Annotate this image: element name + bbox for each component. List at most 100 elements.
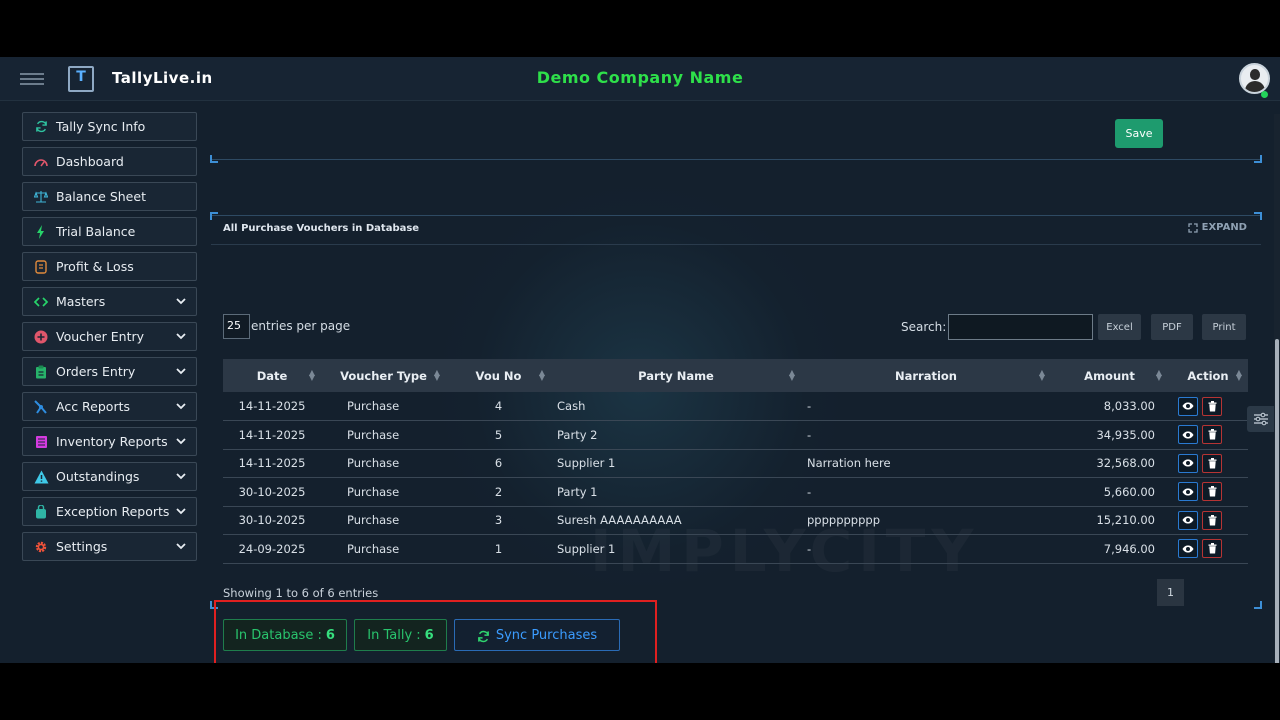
pdf-button[interactable]: PDF [1151, 314, 1193, 340]
sidebar-item-profit-loss[interactable]: Profit & Loss [22, 252, 197, 281]
sidebar-item-voucher-entry[interactable]: Voucher Entry [22, 322, 197, 351]
chevron-down-icon[interactable] [175, 435, 187, 447]
chevron-down-icon[interactable] [175, 295, 187, 307]
table-header-row: Date ▲ ▼ Voucher Type ▲ ▼ Vou No ▲ ▼ Party Nam… [223, 359, 1248, 392]
page-length-label: entries per page [251, 319, 351, 333]
filter-settings-icon[interactable] [1247, 406, 1275, 432]
sidebar-item-orders-entry[interactable]: Orders Entry [22, 357, 197, 386]
cell-narration: - [807, 484, 812, 499]
column-header-party-name[interactable]: Party Name ▲ ▼ [551, 359, 801, 392]
view-icon[interactable] [1178, 482, 1198, 502]
cell-amount: 8,033.00 [1103, 399, 1155, 413]
sidebar-item-outstandings[interactable]: Outstandings [22, 462, 197, 491]
sidebar-item-label: Inventory Reports [56, 434, 168, 449]
cell-action [1168, 449, 1248, 478]
table-row[interactable]: 24-09-2025 Purchase 1 Supplier 1 - 7,946.00 [223, 535, 1248, 564]
view-icon[interactable] [1178, 396, 1198, 416]
column-header-action[interactable]: Action ▲ ▼ [1168, 359, 1248, 392]
cell-voucher-type: Purchase [347, 427, 400, 442]
save-button[interactable]: Save [1115, 119, 1163, 148]
sidebar-item-label: Orders Entry [56, 364, 136, 379]
delete-icon[interactable] [1202, 425, 1222, 445]
vouchers-table: Date ▲ ▼ Voucher Type ▲ ▼ Vou No ▲ ▼ Party Nam… [223, 359, 1248, 564]
cell-date: 30-10-2025 [238, 484, 306, 499]
sidebar-item-label: Balance Sheet [56, 189, 146, 204]
sidebar-item-dashboard[interactable]: Dashboard [22, 147, 197, 176]
cell-party-name: Party 1 [557, 484, 598, 499]
highlight-annotation-box [214, 600, 657, 663]
view-icon[interactable] [1178, 539, 1198, 559]
sidebar-item-label: Masters [56, 294, 106, 309]
sidebar-item-exception-reports[interactable]: Exception Reports [22, 497, 197, 526]
view-icon[interactable] [1178, 453, 1198, 473]
sidebar-item-trial-balance[interactable]: Trial Balance [22, 217, 197, 246]
cell-voucher-type: Purchase [347, 541, 400, 556]
cell-party-name: Supplier 1 [557, 456, 616, 471]
sidebar-item-inventory-reports[interactable]: Inventory Reports [22, 427, 197, 456]
view-icon[interactable] [1178, 510, 1198, 530]
cell-vou-no: 4 [494, 399, 503, 413]
table-row[interactable]: 14-11-2025 Purchase 6 Supplier 1 Narration h… [223, 449, 1248, 478]
panel-title: All Purchase Vouchers in Database [223, 223, 420, 234]
delete-icon[interactable] [1202, 510, 1222, 530]
gear-icon [32, 538, 50, 556]
chevron-down-icon[interactable] [175, 470, 187, 482]
cell-party-name: Suresh AAAAAAAAAA [557, 513, 682, 528]
table-row[interactable]: 14-11-2025 Purchase 4 Cash - 8,033.00 [223, 392, 1248, 421]
view-icon[interactable] [1178, 425, 1198, 445]
scrollbar-thumb[interactable] [1275, 339, 1279, 663]
sidebar-item-balance-sheet[interactable]: Balance Sheet [22, 182, 197, 211]
scale-icon [32, 188, 50, 206]
table-row[interactable]: 30-10-2025 Purchase 3 Suresh AAAAAAAAAA pppp… [223, 506, 1248, 535]
column-header-amount[interactable]: Amount ▲ ▼ [1051, 359, 1168, 392]
cell-party-name: Party 2 [557, 427, 598, 442]
column-header-voucher-type[interactable]: Voucher Type ▲ ▼ [321, 359, 446, 392]
chevron-down-icon[interactable] [175, 505, 187, 517]
bag-icon [32, 503, 50, 521]
sidebar-item-masters[interactable]: Masters [22, 287, 197, 316]
top-bar: T TallyLive.in Demo Company Name [0, 57, 1280, 101]
cell-amount: 34,935.00 [1096, 427, 1155, 442]
chevron-down-icon[interactable] [175, 330, 187, 342]
chevron-down-icon[interactable] [175, 540, 187, 552]
column-header-narration[interactable]: Narration ▲ ▼ [801, 359, 1051, 392]
cell-vou-no: 2 [494, 484, 503, 499]
chevron-down-icon[interactable] [175, 365, 187, 377]
column-header-vou-no[interactable]: Vou No ▲ ▼ [446, 359, 551, 392]
sidebar-item-acc-reports[interactable]: Acc Reports [22, 392, 197, 421]
print-button[interactable]: Print [1202, 314, 1246, 340]
delete-icon[interactable] [1202, 539, 1222, 559]
expand-button[interactable]: EXPAND [1187, 222, 1247, 233]
table-row[interactable]: 30-10-2025 Purchase 2 Party 1 - 5,660.00 [223, 478, 1248, 506]
cell-narration: - [807, 427, 812, 442]
user-avatar[interactable] [1239, 63, 1270, 94]
search-input[interactable] [948, 314, 1093, 340]
inventory-icon [32, 433, 50, 451]
sidebar-item-label: Exception Reports [56, 504, 170, 519]
cell-voucher-type: Purchase [347, 456, 400, 471]
chart-icon [32, 398, 50, 416]
cell-narration: pppppppppp [807, 513, 880, 528]
chevron-down-icon[interactable] [175, 400, 187, 412]
sidebar-item-settings[interactable]: Settings [22, 532, 197, 561]
delete-icon[interactable] [1202, 453, 1222, 473]
sidebar-item-tally-sync-info[interactable]: Tally Sync Info [22, 112, 197, 141]
cell-date: 24-09-2025 [238, 541, 306, 556]
delete-icon[interactable] [1202, 482, 1222, 502]
cell-vou-no: 6 [494, 456, 503, 471]
cell-amount: 32,568.00 [1096, 456, 1155, 471]
cell-vou-no: 5 [494, 427, 503, 442]
cell-action [1168, 535, 1248, 564]
table-row[interactable]: 14-11-2025 Purchase 5 Party 2 - 34,935.00 [223, 421, 1248, 449]
page-length-select[interactable]: 25 [223, 314, 250, 339]
excel-button[interactable]: Excel [1098, 314, 1141, 340]
bolt-icon [32, 223, 50, 241]
cell-date: 14-11-2025 [238, 427, 306, 442]
receipt-icon [32, 258, 50, 276]
column-header-date[interactable]: Date ▲ ▼ [223, 359, 321, 392]
delete-icon[interactable] [1202, 396, 1222, 416]
plus-circle-icon [32, 328, 50, 346]
cell-narration: Narration here [807, 456, 891, 471]
cell-voucher-type: Purchase [347, 484, 400, 499]
page-button-1[interactable]: 1 [1157, 579, 1184, 606]
